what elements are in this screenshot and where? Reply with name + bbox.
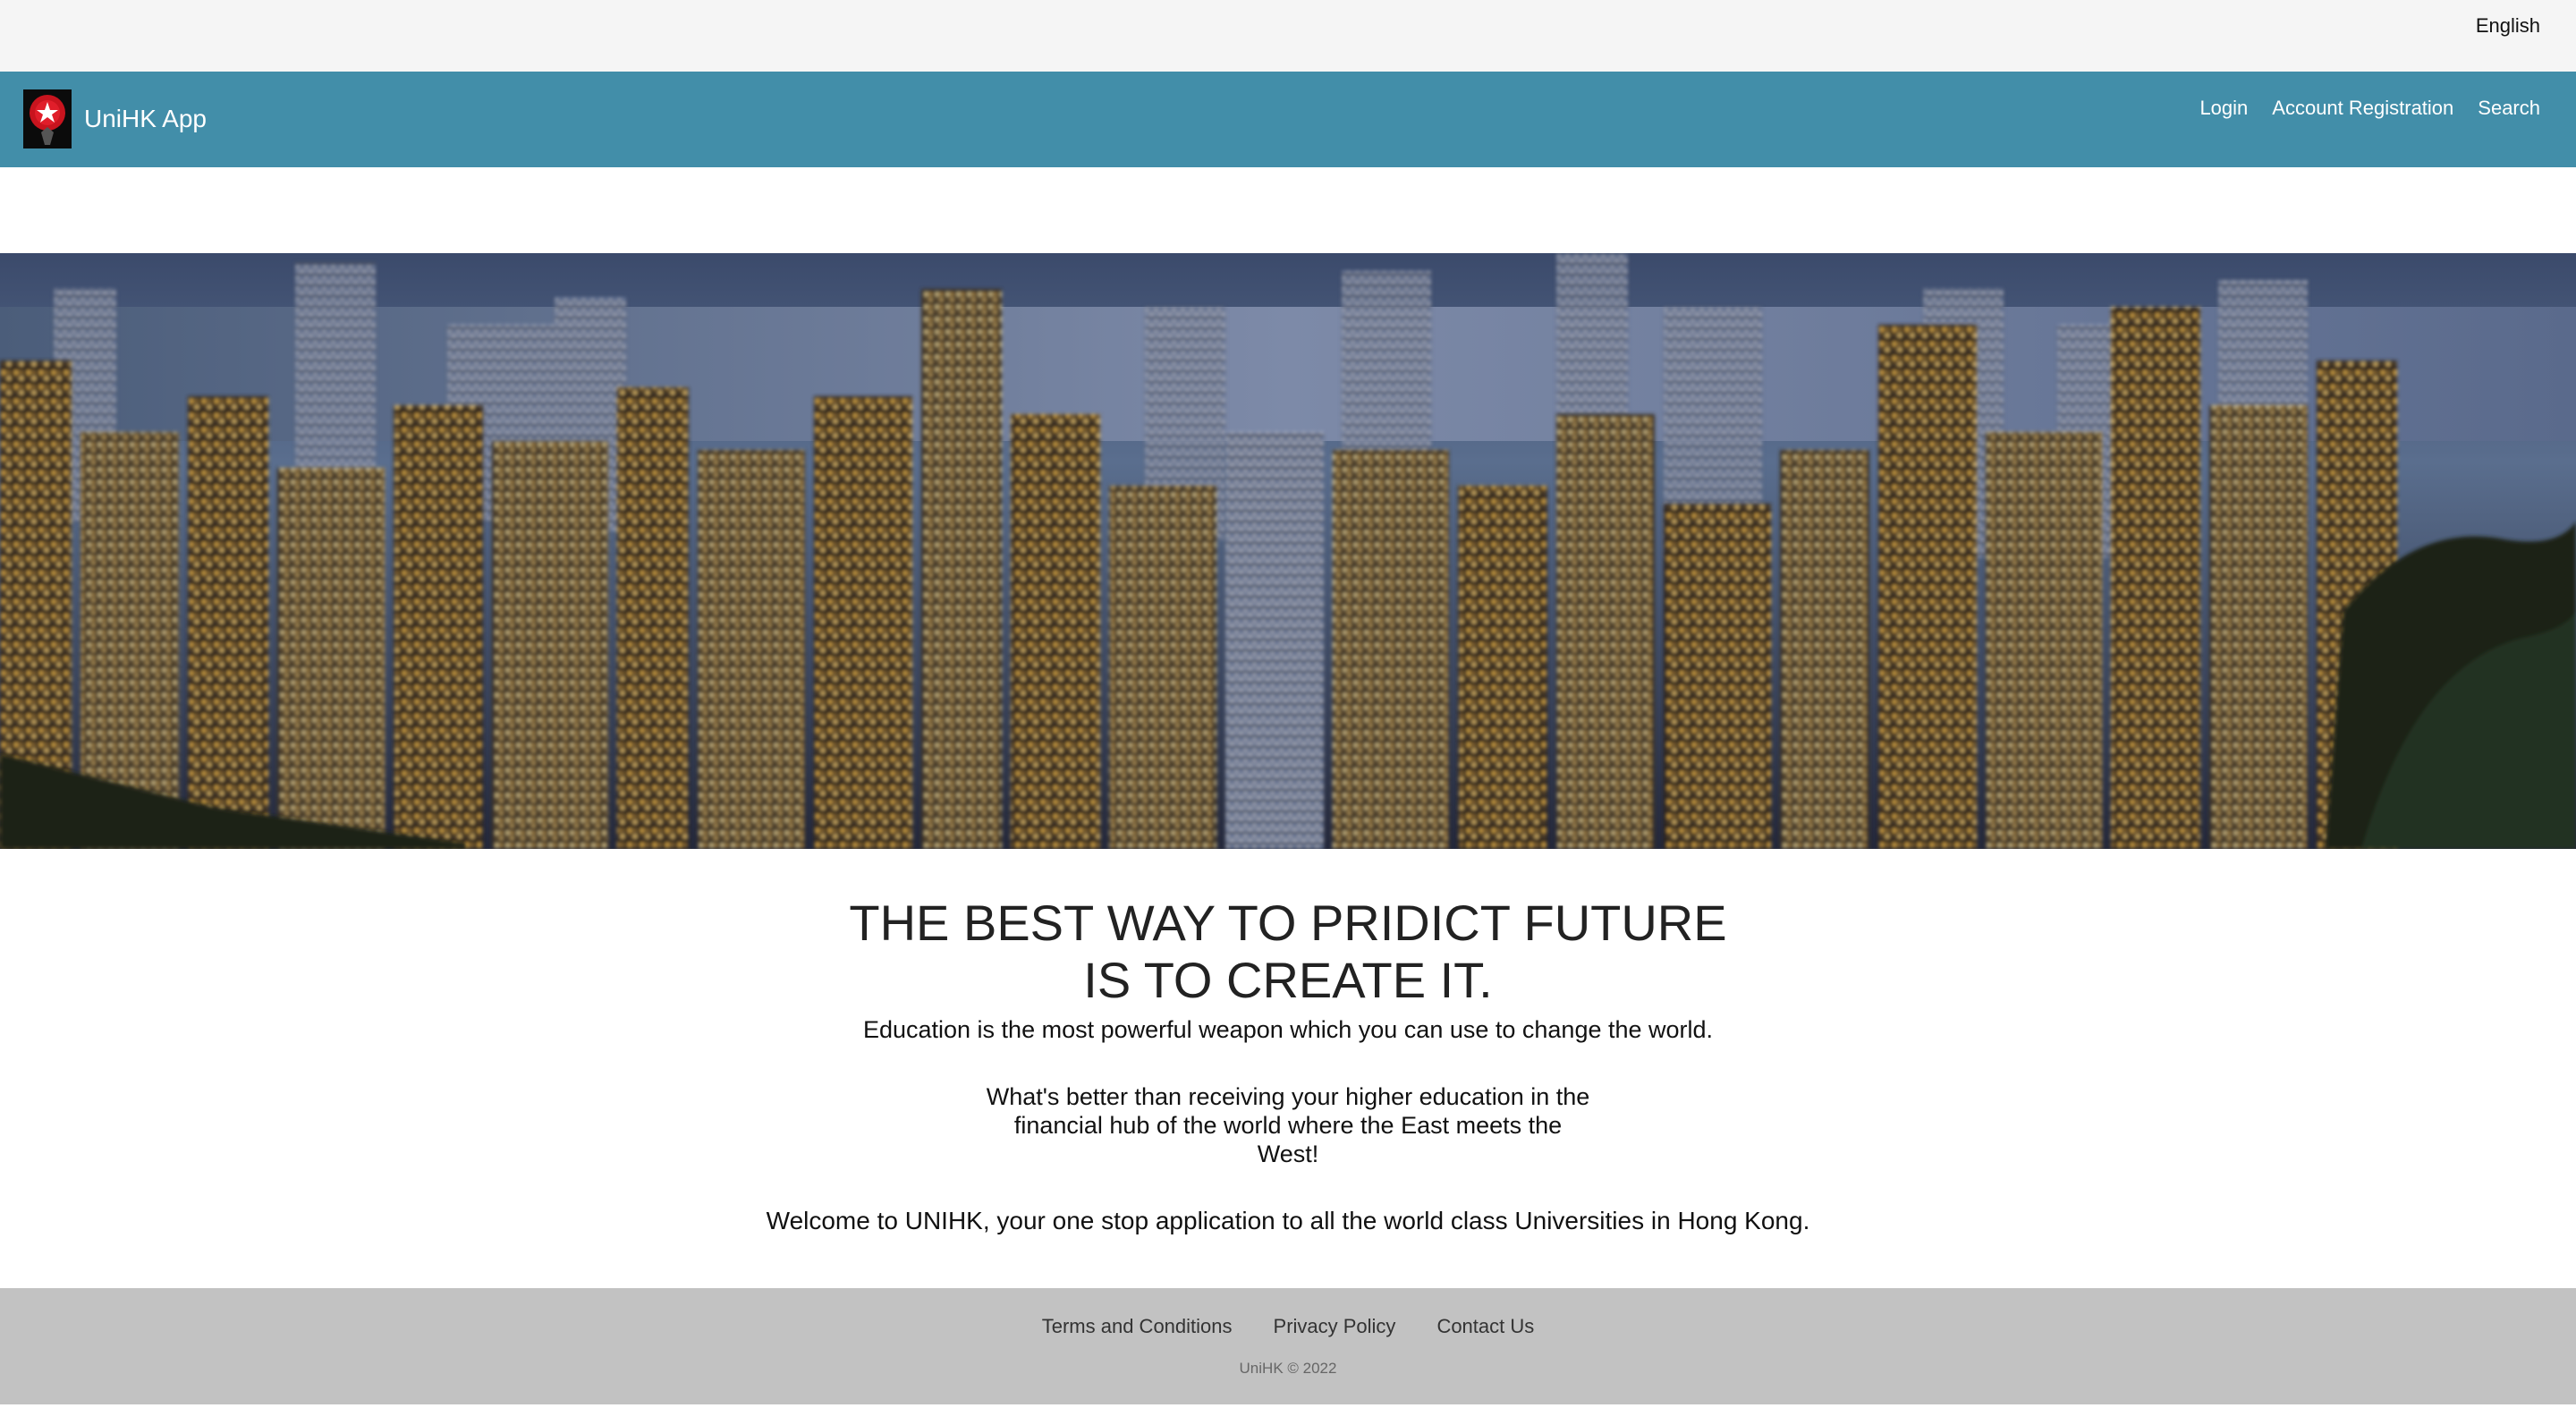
tagline: Education is the most powerful weapon wh… [862, 1016, 1714, 1043]
brand-logo-icon [23, 89, 72, 148]
footer-terms-link[interactable]: Terms and Conditions [1042, 1315, 1233, 1338]
city-skyline-image [0, 253, 2576, 849]
nav-account-registration-link[interactable]: Account Registration [2272, 97, 2453, 120]
footer-contact-link[interactable]: Contact Us [1436, 1315, 1534, 1338]
hero-city-skyline-image [0, 253, 2576, 849]
copyright: UniHK © 2022 [1239, 1360, 1337, 1377]
language-selector[interactable]: English [2476, 14, 2540, 38]
footer-privacy-link[interactable]: Privacy Policy [1274, 1315, 1396, 1338]
language-bar: English [0, 0, 2576, 72]
main-content: THE BEST WAY TO PRIDICT FUTURE IS TO CRE… [0, 895, 2576, 1236]
intro-paragraph: What's better than receiving your higher… [986, 1083, 1590, 1167]
nav-search-link[interactable]: Search [2478, 97, 2540, 120]
page-headline: THE BEST WAY TO PRIDICT FUTURE IS TO CRE… [849, 895, 1727, 1008]
welcome-paragraph: Welcome to UNIHK, your one stop applicat… [766, 1207, 1810, 1234]
brand-link[interactable]: UniHK App [23, 89, 207, 148]
brand-name: UniHK App [84, 105, 207, 132]
nav-login-link[interactable]: Login [2199, 97, 2248, 120]
footer-links: Terms and Conditions Privacy Policy Cont… [0, 1315, 2576, 1338]
footer: Terms and Conditions Privacy Policy Cont… [0, 1288, 2576, 1404]
navbar: UniHK App Login Account Registration Sea… [0, 72, 2576, 167]
nav-links: Login Account Registration Search [2199, 97, 2540, 120]
